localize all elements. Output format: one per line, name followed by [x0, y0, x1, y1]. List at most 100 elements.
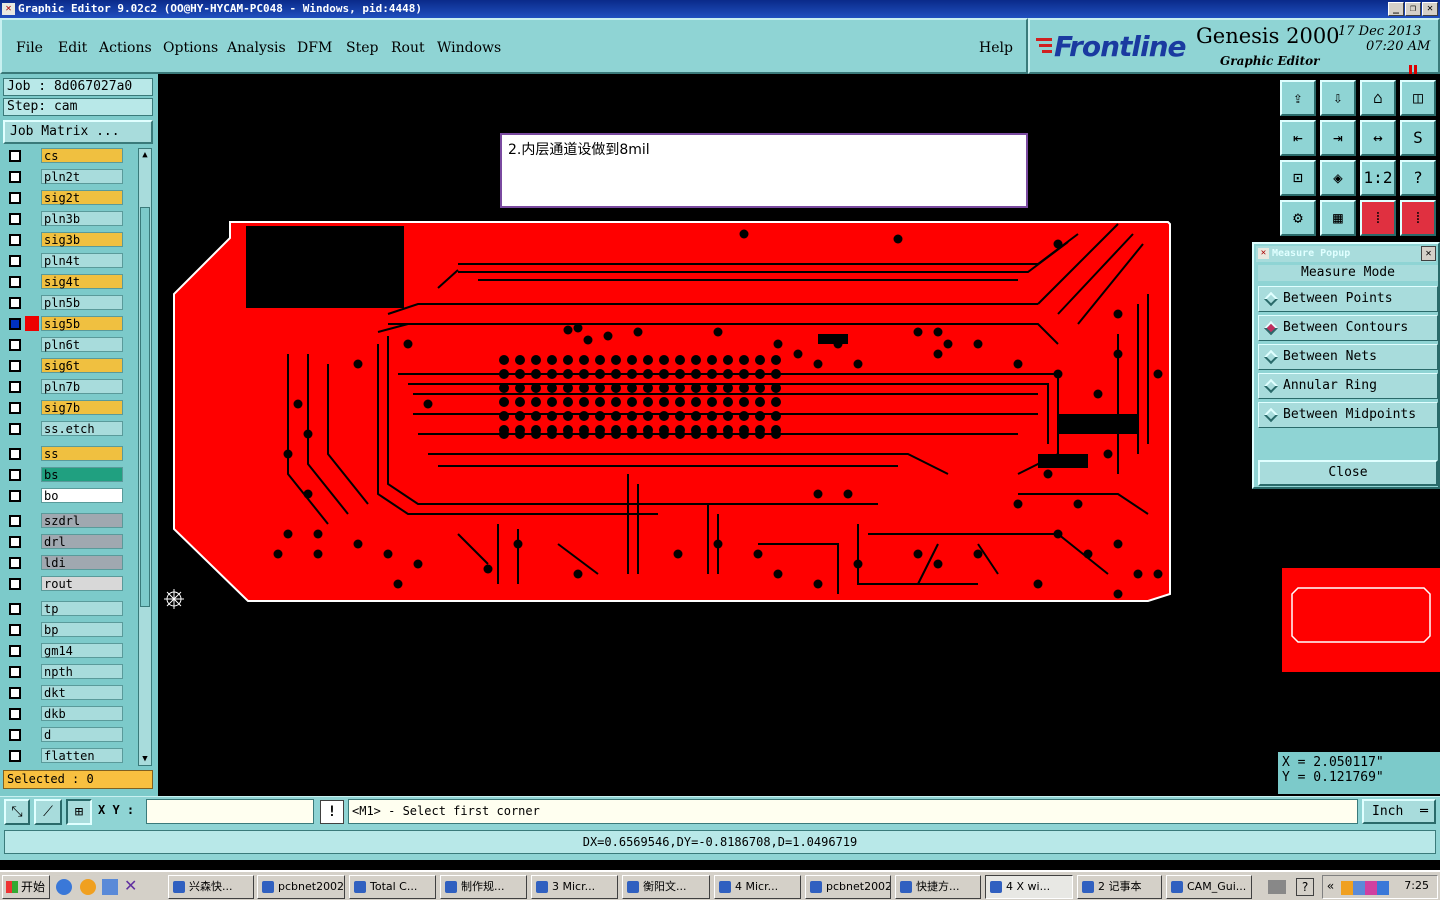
- quicklaunch-app-icon[interactable]: [102, 879, 118, 895]
- menu-step[interactable]: Step: [346, 40, 378, 56]
- start-button[interactable]: 开始: [2, 875, 50, 899]
- taskbar-task[interactable]: 制作规...: [440, 875, 527, 899]
- popup-close-icon[interactable]: ✕: [1421, 246, 1436, 261]
- layer-checkbox[interactable]: [9, 448, 21, 460]
- taskbar-task[interactable]: CAM_Gui...: [1166, 875, 1252, 899]
- layer-row[interactable]: pln3b: [3, 211, 138, 227]
- layer-row[interactable]: ldi: [3, 555, 138, 571]
- layer-row[interactable]: tp: [3, 601, 138, 617]
- job-matrix-button[interactable]: Job Matrix ...: [3, 120, 153, 144]
- menu-actions[interactable]: Actions: [99, 40, 152, 56]
- layer-name[interactable]: pln5b: [41, 295, 123, 310]
- layer-row[interactable]: dkt: [3, 685, 138, 701]
- tray-help-icon[interactable]: ?: [1296, 878, 1314, 896]
- taskbar-task[interactable]: 4 Micr...: [714, 875, 801, 899]
- menu-edit[interactable]: Edit: [58, 40, 87, 56]
- snap-icon[interactable]: S: [1400, 120, 1436, 156]
- graphic-canvas[interactable]: 2.内层通道设做到8mil: [158, 74, 1276, 796]
- layer-name[interactable]: sig5b: [41, 316, 123, 331]
- measure-tool-icon[interactable]: ⤡: [4, 799, 30, 825]
- layer-checkbox[interactable]: [9, 490, 21, 502]
- tool-icon[interactable]: ⚙: [1280, 200, 1316, 236]
- layer-name[interactable]: sig7b: [41, 400, 123, 415]
- layer-checkbox[interactable]: [9, 750, 21, 762]
- layer-checkbox[interactable]: [9, 297, 21, 309]
- layer-checkbox[interactable]: [9, 536, 21, 548]
- layer-scrollbar[interactable]: ▲ ▼: [138, 148, 152, 766]
- tray-apps-icon[interactable]: [1341, 881, 1389, 895]
- layer-name[interactable]: drl: [41, 534, 123, 549]
- close-button[interactable]: ✕: [1422, 2, 1438, 16]
- layer-red-icon[interactable]: ⁞: [1400, 200, 1436, 236]
- layer-checkbox[interactable]: [9, 318, 21, 330]
- menu-rout[interactable]: Rout: [391, 40, 425, 56]
- layer-row[interactable]: npth: [3, 664, 138, 680]
- layer-row[interactable]: pln4t: [3, 253, 138, 269]
- layer-checkbox[interactable]: [9, 255, 21, 267]
- layer-name[interactable]: pln2t: [41, 169, 123, 184]
- layer-checkbox[interactable]: [9, 402, 21, 414]
- layer-checkbox[interactable]: [9, 603, 21, 615]
- layer-name[interactable]: pln7b: [41, 379, 123, 394]
- layer-row[interactable]: bs: [3, 467, 138, 483]
- layer-row[interactable]: sig5b: [3, 316, 138, 332]
- layer-name[interactable]: pln4t: [41, 253, 123, 268]
- layer-checkbox[interactable]: [9, 171, 21, 183]
- minimize-button[interactable]: _: [1388, 2, 1404, 16]
- layer-row[interactable]: sig7b: [3, 400, 138, 416]
- layer-row[interactable]: rout: [3, 576, 138, 592]
- layer-checkbox[interactable]: [9, 150, 21, 162]
- layer-name[interactable]: bs: [41, 467, 123, 482]
- layer-name[interactable]: ldi: [41, 555, 123, 570]
- layer-checkbox[interactable]: [9, 423, 21, 435]
- taskbar-task[interactable]: 2 记事本: [1077, 875, 1162, 899]
- layer-row[interactable]: pln6t: [3, 337, 138, 353]
- measure-option[interactable]: Between Points: [1258, 286, 1438, 312]
- zoom-profile-icon[interactable]: ⌂: [1360, 80, 1396, 116]
- menu-options[interactable]: Options: [163, 40, 218, 56]
- overview-map[interactable]: [1282, 568, 1440, 672]
- layer-name[interactable]: sig6t: [41, 358, 123, 373]
- layer-name[interactable]: sig2t: [41, 190, 123, 205]
- layer-row[interactable]: bo: [3, 488, 138, 504]
- pan-right-icon[interactable]: ⇥: [1320, 120, 1356, 156]
- zoom-window-icon[interactable]: ◫: [1400, 80, 1436, 116]
- layer-checkbox[interactable]: [9, 624, 21, 636]
- layer-checkbox[interactable]: [9, 381, 21, 393]
- layer-row[interactable]: gm14: [3, 643, 138, 659]
- quicklaunch-x-icon[interactable]: ✕: [124, 876, 142, 896]
- layer-row[interactable]: ss: [3, 446, 138, 462]
- layer-row[interactable]: flatten: [3, 748, 138, 764]
- tray-expand-icon[interactable]: «: [1327, 879, 1334, 893]
- taskbar-task[interactable]: pcbnet2002: [257, 875, 345, 899]
- layer-name[interactable]: sig3b: [41, 232, 123, 247]
- info-icon[interactable]: !: [320, 800, 344, 824]
- units-select[interactable]: Inch ═: [1362, 799, 1436, 824]
- measure-option[interactable]: Between Nets: [1258, 344, 1438, 370]
- layer-row[interactable]: drl: [3, 534, 138, 550]
- pan-left-icon[interactable]: ⇤: [1280, 120, 1316, 156]
- quicklaunch-clock-icon[interactable]: [80, 879, 96, 895]
- layer-name[interactable]: flatten: [41, 748, 123, 763]
- layer-name[interactable]: d: [41, 727, 123, 742]
- layer-row[interactable]: d: [3, 727, 138, 743]
- layer-row[interactable]: cs: [3, 148, 138, 164]
- tray-keyboard-icon[interactable]: [1268, 880, 1286, 894]
- layer-name[interactable]: npth: [41, 664, 123, 679]
- layer-checkbox[interactable]: [9, 557, 21, 569]
- layer-name[interactable]: dkt: [41, 685, 123, 700]
- layer-checkbox[interactable]: [9, 687, 21, 699]
- layer-name[interactable]: rout: [41, 576, 123, 591]
- menu-windows[interactable]: Windows: [437, 40, 501, 56]
- layer-checkbox[interactable]: [9, 469, 21, 481]
- menu-file[interactable]: File: [16, 40, 43, 56]
- taskbar-task[interactable]: 快捷方...: [895, 875, 981, 899]
- scroll-down-icon[interactable]: ▼: [140, 754, 150, 764]
- taskbar-task[interactable]: 3 Micr...: [531, 875, 618, 899]
- taskbar-task[interactable]: 衡阳文...: [622, 875, 710, 899]
- grid-icon[interactable]: ▦: [1320, 200, 1356, 236]
- measure-option[interactable]: Between Midpoints: [1258, 402, 1438, 428]
- measure-close-button[interactable]: Close: [1258, 460, 1438, 486]
- layer-row[interactable]: sig3b: [3, 232, 138, 248]
- layer-row[interactable]: pln5b: [3, 295, 138, 311]
